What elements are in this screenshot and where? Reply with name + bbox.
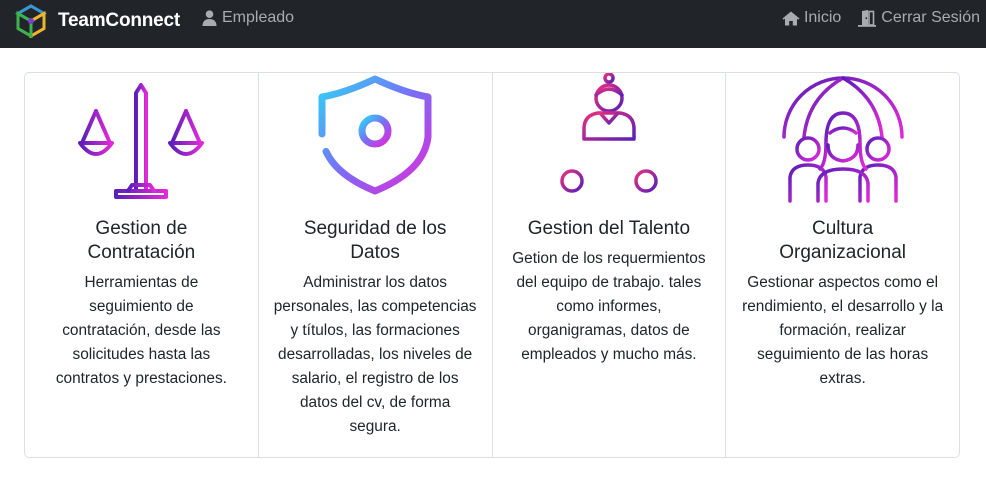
shield-keyhole-icon [318,75,432,195]
nav-link-label: Cerrar Sesión [881,9,980,26]
brand[interactable]: TeamConnect [14,4,180,38]
nav-link-cerrar-sesion[interactable]: Cerrar Sesión [857,9,980,27]
brand-name: TeamConnect [58,10,181,31]
card-title: Gestion del Talento [527,218,691,239]
card-gestion-talento: Gestion del Talento Getion de los requer… [491,73,726,457]
card-gestion-contratacion: Gestion de Contratación Herramientas de … [25,73,258,457]
card-cultura-organizacional: Cultura Organizacional Gestionar aspecto… [725,73,959,457]
user-icon [202,10,217,26]
globe-people-icon [781,76,904,203]
cube-logo-icon [14,4,48,38]
card-text: Administrar los datos personales, las co… [273,274,477,435]
org-chart-person-icon [560,73,658,193]
card-title: Cultura Organizacional [779,218,906,263]
feature-cards: Gestion de Contratación Herramientas de … [24,72,960,458]
user-role: Empleado [202,9,294,27]
nav-link-label: Inicio [803,9,842,26]
door-exit-icon [858,9,877,27]
card-title: Gestion de Contratación [87,218,196,263]
card-text: Herramientas de seguimiento de contratac… [55,274,227,387]
nav-link-inicio[interactable]: Inicio [782,9,841,27]
user-role-label: Empleado [222,9,295,26]
scales-icon [78,83,205,199]
home-icon [782,11,800,25]
top-navbar: TeamConnect Empleado Inicio Cerrar Sesió… [0,0,986,48]
card-title: Seguridad de los Datos [303,218,447,263]
card-text: Getion de los requermientos del equipo d… [512,250,706,363]
nav-links: Inicio Cerrar Sesión [782,9,980,27]
card-text: Gestionar aspectos como el rendimiento, … [742,274,944,387]
card-seguridad-datos: Seguridad de los Datos Administrar los d… [257,73,492,457]
